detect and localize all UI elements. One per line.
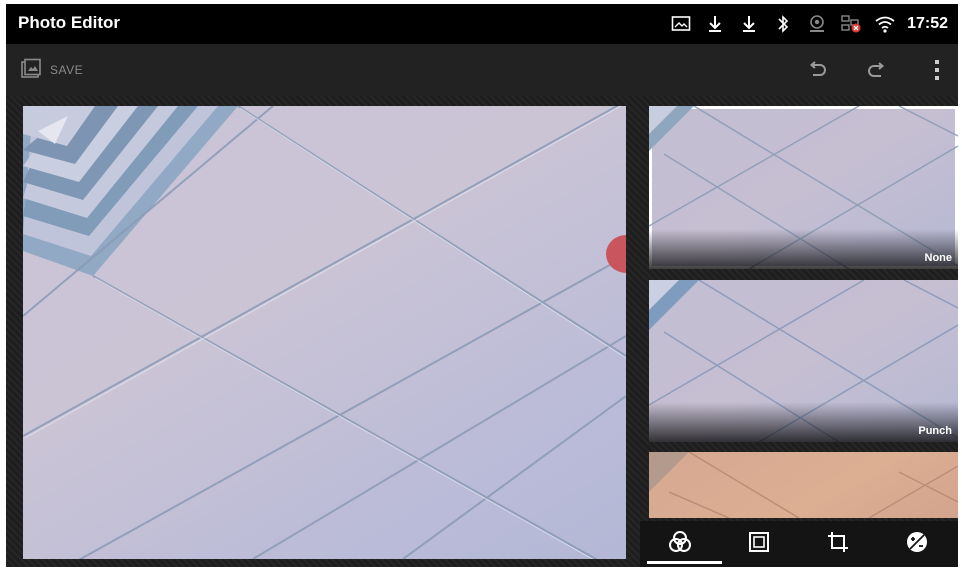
network-error-icon (837, 10, 865, 38)
image-icon (667, 10, 695, 38)
status-bar: Photo Editor 17:52 (6, 4, 958, 44)
ceiling-vent (23, 106, 238, 276)
thumb-shade (649, 402, 958, 442)
status-icons: 17:52 (661, 10, 948, 38)
filter-label: Punch (918, 425, 952, 437)
download-icon (735, 10, 763, 38)
redo-icon[interactable] (862, 56, 890, 84)
bluetooth-icon (769, 10, 797, 38)
clock: 17:52 (907, 15, 948, 32)
main-photo[interactable] (23, 106, 626, 559)
tab-adjust[interactable] (878, 521, 956, 567)
camera-icon (803, 10, 831, 38)
borders-tab-icon (748, 531, 770, 558)
filter-thumb-warm[interactable] (649, 452, 958, 518)
filter-thumb-none[interactable]: None (649, 106, 958, 269)
crop-tab-icon (826, 530, 850, 559)
save-button[interactable]: SAVE (20, 56, 83, 84)
tab-borders[interactable] (720, 521, 798, 567)
app-title: Photo Editor (18, 13, 120, 32)
filter-label: None (924, 252, 953, 264)
wifi-icon (871, 10, 899, 38)
save-label: SAVE (50, 63, 84, 77)
overflow-menu-icon[interactable] (923, 56, 951, 84)
editor-tabs (640, 521, 958, 567)
tab-crop[interactable] (799, 521, 877, 567)
download-icon (701, 10, 729, 38)
active-tab-indicator (647, 561, 722, 564)
thumb-shade (649, 229, 958, 269)
undo-icon[interactable] (804, 56, 832, 84)
screen: Photo Editor 17:52 SAVE None Punch (6, 4, 958, 567)
save-image-icon (20, 58, 42, 83)
filter-thumb-punch[interactable]: Punch (649, 280, 958, 442)
editor-content: None Punch (6, 96, 958, 567)
filters-tab-icon (668, 530, 692, 559)
adjust-tab-icon (905, 530, 929, 559)
action-bar: SAVE (6, 44, 958, 96)
